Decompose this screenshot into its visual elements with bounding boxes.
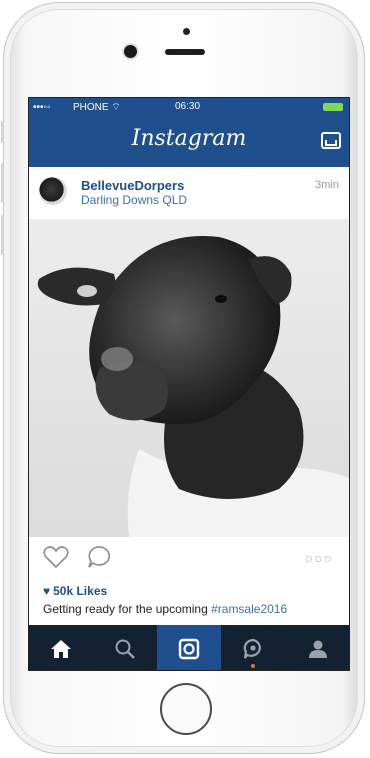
post-actions: ○○○ [29, 537, 349, 577]
activity-icon [243, 638, 261, 659]
post-header: BellevueDorpers Darling Downs QLD 3min [29, 167, 349, 219]
earpiece-speaker [165, 49, 205, 55]
more-options-icon[interactable]: ○○○ [305, 550, 333, 566]
comment-icon[interactable] [87, 545, 113, 569]
battery-icon [323, 103, 343, 111]
front-camera [124, 45, 137, 58]
camera-icon [178, 638, 200, 659]
tab-camera[interactable] [157, 625, 221, 670]
phone-screen: •••◦◦ PHONE ⌔ 06:30 Instagram BellevueDo… [28, 97, 350, 671]
profile-icon [309, 640, 327, 658]
heart-filled-icon: ♥ [43, 584, 51, 598]
side-button [1, 121, 4, 143]
heart-icon[interactable] [43, 545, 69, 569]
post-username[interactable]: BellevueDorpers [81, 178, 184, 193]
volume-up-button [1, 163, 4, 203]
avatar[interactable] [39, 177, 67, 205]
likes-count[interactable]: ♥ 50k Likes [43, 584, 107, 598]
post-timestamp: 3min [315, 179, 339, 191]
post-photo[interactable] [29, 219, 349, 537]
post-caption: Getting ready for the upcoming #ramsale2… [43, 602, 287, 616]
caption-text: Getting ready for the upcoming [43, 602, 212, 616]
carrier-name: PHONE [73, 102, 109, 113]
home-icon [51, 639, 71, 658]
likes-label: 50k Likes [53, 584, 108, 598]
proximity-sensor [183, 28, 190, 35]
notification-dot [251, 664, 255, 668]
post-location[interactable]: Darling Downs QLD [81, 193, 187, 207]
bottom-tab-bar [29, 625, 349, 670]
sheep-image [37, 236, 349, 537]
wifi-icon: ⌔ [111, 102, 121, 113]
tab-activity[interactable] [221, 625, 285, 670]
tab-search[interactable] [93, 625, 157, 670]
tab-profile[interactable] [285, 625, 349, 670]
home-button[interactable] [160, 683, 212, 735]
signal-dots: •••◦◦ [33, 102, 51, 113]
volume-down-button [1, 215, 4, 255]
app-header: Instagram [29, 116, 349, 167]
search-icon [115, 639, 135, 659]
caption-hashtag[interactable]: #ramsale2016 [211, 602, 287, 616]
clock: 06:30 [175, 101, 201, 112]
status-bar: •••◦◦ PHONE ⌔ 06:30 [29, 98, 349, 116]
tab-home[interactable] [29, 625, 93, 670]
carrier-label: PHONE ⌔ [73, 101, 121, 114]
inbox-icon[interactable] [321, 132, 341, 149]
app-logo: Instagram [131, 126, 247, 151]
